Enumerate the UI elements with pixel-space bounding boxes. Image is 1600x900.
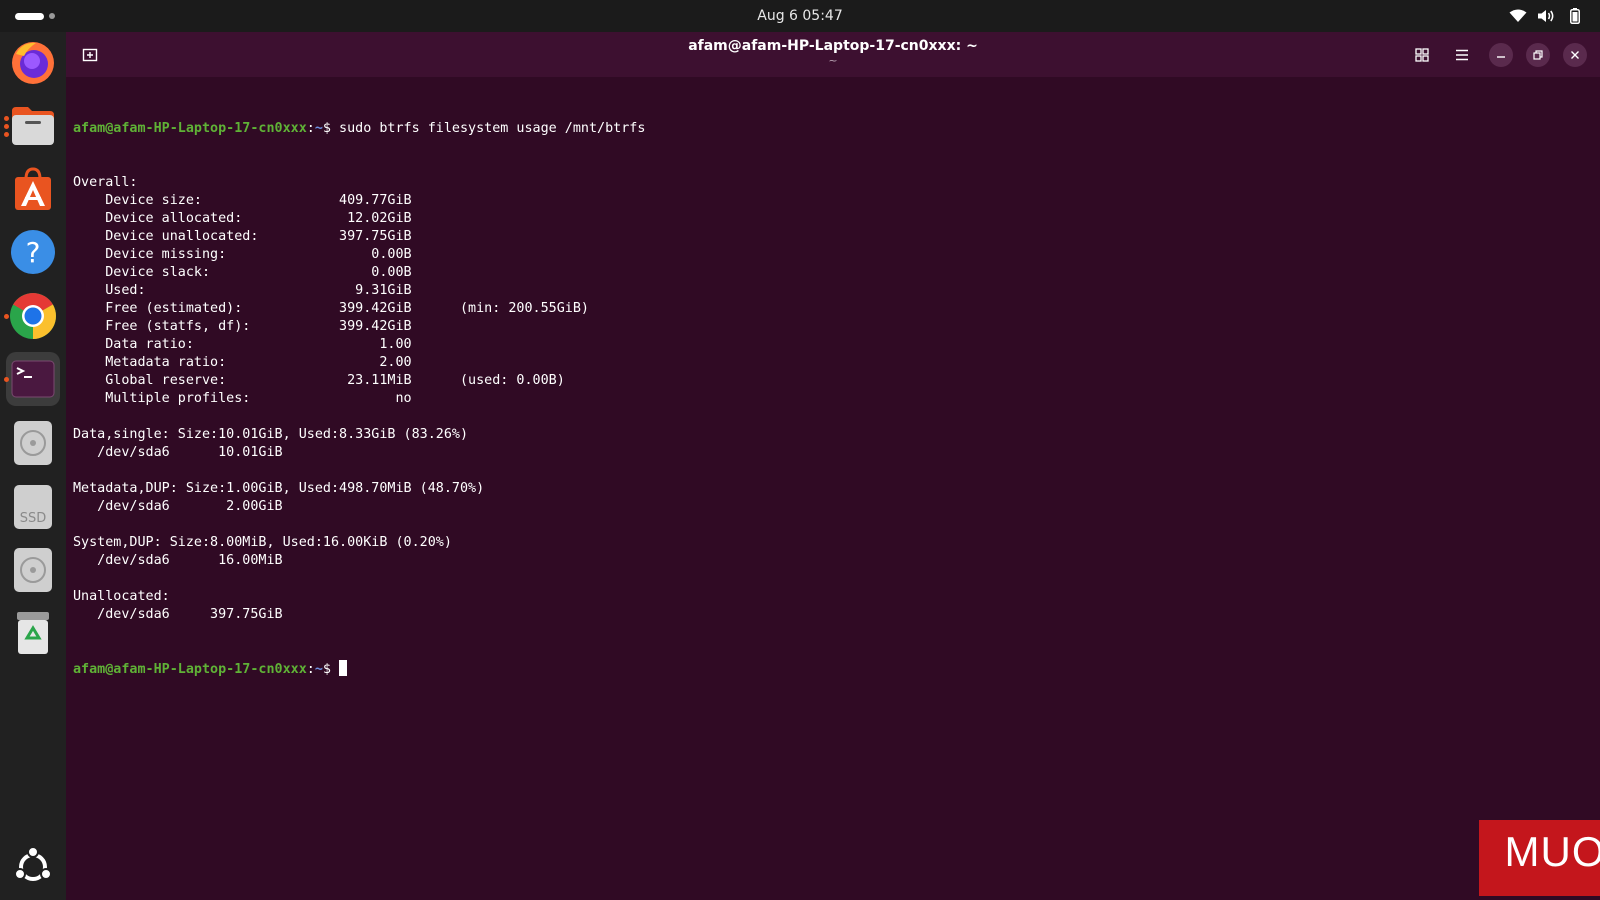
help-icon: ? bbox=[11, 230, 55, 274]
output-line: Overall: bbox=[73, 175, 138, 190]
clock[interactable]: Aug 6 05:47 bbox=[0, 0, 1600, 32]
active-prompt-line[interactable]: afam@afam-HP-Laptop-17-cn0xxx:~$ bbox=[73, 660, 1573, 678]
app-center-icon bbox=[15, 167, 51, 210]
menu-button[interactable] bbox=[1450, 43, 1474, 67]
output-line: Device unallocated: 397.75GiB bbox=[73, 229, 412, 244]
output-line: Metadata,DUP: Size:1.00GiB, Used:498.70M… bbox=[73, 481, 485, 496]
tab-overview-button[interactable] bbox=[1410, 43, 1434, 67]
command-line: afam@afam-HP-Laptop-17-cn0xxx:~$ sudo bt… bbox=[73, 121, 646, 136]
ubuntu-icon bbox=[14, 847, 52, 881]
battery-icon[interactable] bbox=[1565, 6, 1585, 26]
terminal-window: afam@afam-HP-Laptop-17-cn0xxx: ~ ~ afam@… bbox=[66, 32, 1600, 900]
dock-chrome[interactable] bbox=[4, 289, 60, 343]
output-line: Free (estimated): 399.42GiB (min: 200.55… bbox=[73, 301, 589, 316]
prompt-path: ~ bbox=[314, 121, 323, 136]
muo-watermark: MUO bbox=[1479, 820, 1600, 896]
output-line: /dev/sda6 10.01GiB bbox=[73, 445, 283, 460]
output-line: Device slack: 0.00B bbox=[73, 265, 412, 280]
output-line: /dev/sda6 16.00MiB bbox=[73, 553, 283, 568]
window-subtitle: ~ bbox=[828, 54, 838, 67]
restore-button[interactable] bbox=[1526, 43, 1550, 67]
disk-icon bbox=[14, 548, 52, 592]
wifi-icon[interactable] bbox=[1508, 6, 1528, 26]
svg-text:SSD: SSD bbox=[20, 511, 47, 526]
ssd-icon: SSD bbox=[14, 485, 52, 529]
output-line: Data,single: Size:10.01GiB, Used:8.33GiB… bbox=[73, 427, 469, 442]
trash-icon bbox=[17, 612, 49, 654]
prompt-user: afam@afam-HP-Laptop-17-cn0xxx bbox=[73, 662, 307, 677]
dock-app-center[interactable] bbox=[6, 162, 60, 216]
dock-trash[interactable] bbox=[6, 606, 60, 660]
output-line: /dev/sda6 2.00GiB bbox=[73, 499, 283, 514]
close-icon bbox=[1571, 51, 1579, 59]
dock-disk-2[interactable] bbox=[6, 543, 60, 597]
chrome-icon bbox=[10, 293, 56, 339]
output-line: Device size: 409.77GiB bbox=[73, 193, 412, 208]
dock-firefox[interactable] bbox=[6, 36, 60, 90]
dock-help[interactable]: ? bbox=[6, 225, 60, 279]
command-output: Overall: Device size: 409.77GiB Device a… bbox=[73, 174, 1573, 624]
close-button[interactable] bbox=[1563, 43, 1587, 67]
title-bar[interactable]: afam@afam-HP-Laptop-17-cn0xxx: ~ ~ bbox=[66, 32, 1600, 77]
output-line: Data ratio: 1.00 bbox=[73, 337, 412, 352]
output-line: /dev/sda6 397.75GiB bbox=[73, 607, 283, 622]
output-line: Device missing: 0.00B bbox=[73, 247, 412, 262]
files-icon bbox=[12, 107, 54, 145]
dock-files[interactable] bbox=[4, 99, 60, 153]
command-text: sudo btrfs filesystem usage /mnt/btrfs bbox=[339, 121, 646, 136]
disk-icon bbox=[14, 421, 52, 465]
output-line: Device allocated: 12.02GiB bbox=[73, 211, 412, 226]
text-cursor bbox=[339, 660, 348, 676]
prompt-path: ~ bbox=[314, 662, 323, 677]
restore-icon bbox=[1533, 50, 1543, 60]
output-line: Multiple profiles: no bbox=[73, 391, 412, 406]
output-line: Global reserve: 23.11MiB (used: 0.00B) bbox=[73, 373, 565, 388]
terminal-icon bbox=[11, 360, 55, 398]
output-line: Unallocated: bbox=[73, 589, 170, 604]
terminal-output[interactable]: afam@afam-HP-Laptop-17-cn0xxx:~$ sudo bt… bbox=[73, 84, 1573, 884]
output-line: System,DUP: Size:8.00MiB, Used:16.00KiB … bbox=[73, 535, 452, 550]
minimize-button[interactable] bbox=[1489, 43, 1513, 67]
dock-show-apps[interactable] bbox=[6, 840, 60, 894]
output-line: Metadata ratio: 2.00 bbox=[73, 355, 412, 370]
dock-ssd[interactable]: SSD bbox=[6, 480, 60, 534]
top-bar: Aug 6 05:47 bbox=[0, 0, 1600, 32]
prompt-user: afam@afam-HP-Laptop-17-cn0xxx bbox=[73, 121, 307, 136]
dock-terminal[interactable] bbox=[4, 352, 60, 406]
output-line: Free (statfs, df): 399.42GiB bbox=[73, 319, 412, 334]
dock: ? SSD bbox=[0, 32, 66, 900]
volume-icon[interactable] bbox=[1536, 6, 1556, 26]
muo-logo-text: MUO bbox=[1504, 828, 1600, 875]
prompt-symbol: $ bbox=[322, 121, 331, 136]
minimize-icon bbox=[1497, 56, 1505, 58]
grid-icon bbox=[1415, 48, 1429, 62]
window-title: afam@afam-HP-Laptop-17-cn0xxx: ~ bbox=[688, 38, 978, 54]
prompt-symbol: $ bbox=[322, 662, 331, 677]
svg-text:?: ? bbox=[26, 236, 41, 269]
dock-disk-1[interactable] bbox=[6, 416, 60, 470]
output-line: Used: 9.31GiB bbox=[73, 283, 412, 298]
hamburger-icon bbox=[1456, 49, 1468, 61]
firefox-icon bbox=[12, 42, 54, 84]
